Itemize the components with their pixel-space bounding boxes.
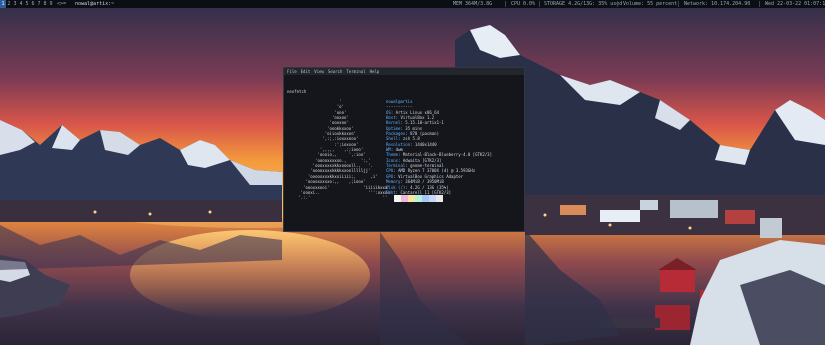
- info-key: Disk (/): [386, 184, 406, 190]
- status-network: Network: 10.174.204.90: [684, 1, 751, 7]
- status-divider: [505, 1, 506, 7]
- menu-search[interactable]: Search: [328, 69, 342, 74]
- info-value: Artix Linux x86_64: [395, 109, 440, 115]
- palette-swatch: [394, 195, 401, 202]
- info-key: Packages: [386, 131, 406, 137]
- info-key: Uptime: [386, 125, 401, 131]
- status-divider: [539, 1, 540, 7]
- status-volume: Volume: 55 percent: [623, 1, 678, 7]
- workspace-tag-9[interactable]: 9: [48, 0, 54, 8]
- layout-indicator[interactable]: <>=: [57, 0, 66, 8]
- info-value: 4.2G / 13G (35%): [410, 184, 449, 190]
- palette-swatch: [429, 195, 436, 202]
- status-memory: MEM 364M/3.8G: [453, 1, 493, 7]
- info-value: gnome-terminal: [410, 163, 444, 169]
- palette-swatch: [415, 195, 422, 202]
- status-cpu: CPU 0.0%: [511, 1, 536, 7]
- palette-swatch: [408, 195, 415, 202]
- info-value: VirtualBox 1.2: [400, 115, 435, 121]
- info-value: AMD Ryzen 7 3700X (4) @ 3.593GHz: [398, 168, 476, 174]
- window-title: nowal@artix:~: [75, 1, 115, 7]
- status-divider: [678, 1, 679, 7]
- info-key: Icons: [386, 157, 399, 163]
- color-palette: [387, 195, 443, 202]
- info-value: 35 mins: [405, 125, 423, 131]
- info-value: zsh 5.8: [402, 136, 420, 142]
- info-value: 5.15.10-artix1-1: [405, 120, 444, 126]
- status-storage: STORAGE 4.2G/13G: 35% used: [544, 1, 623, 7]
- palette-swatch: [387, 195, 394, 202]
- menu-file[interactable]: File: [287, 69, 297, 74]
- menu-terminal[interactable]: Terminal: [346, 69, 365, 74]
- status-clock: Wed 22-03-22 01:07:11: [765, 1, 825, 7]
- info-value: Material-Black-Blueberry-4.0 [GTK2/3]: [402, 152, 492, 158]
- terminal-command: neofetch: [287, 89, 307, 94]
- info-value: 870 (pacman): [410, 131, 439, 137]
- info-value: dwm: [395, 147, 403, 153]
- palette-swatch: [422, 195, 429, 202]
- info-key: Host: [386, 115, 396, 121]
- terminal-window[interactable]: File Edit View Search Terminal Help neofetch …: [283, 67, 525, 232]
- palette-swatch: [401, 195, 408, 202]
- menu-view[interactable]: View: [314, 69, 324, 74]
- info-value: 364MiB / 3950MiB: [405, 179, 444, 185]
- info-key: Kernel: [386, 120, 401, 126]
- info-key: Theme: [386, 152, 399, 158]
- info-key: Shell: [386, 136, 399, 142]
- distro-ascii-logo: ' 'o' 'ooo' 'ooxoo' 'ooxxoo' 'oookkxxoo'…: [298, 99, 397, 201]
- info-key: Resolution: [386, 141, 411, 147]
- palette-swatch: [436, 195, 443, 202]
- terminal-menubar: File Edit View Search Terminal Help: [284, 68, 524, 75]
- status-bar: 123456789 <>= nowal@artix:~ MEM 364M/3.8…: [0, 0, 825, 8]
- status-divider: [759, 1, 760, 7]
- info-key: Memory: [386, 179, 401, 185]
- terminal-output[interactable]: neofetch ' 'o' 'ooo' 'ooxoo' 'ooxxoo' 'o…: [284, 75, 524, 231]
- info-value: 1440x1440: [414, 141, 437, 147]
- status-divider: [617, 1, 618, 7]
- info-value: Adwaita [GTK2/3]: [402, 157, 442, 163]
- system-info: nowal@artix ----------- OS: Artix Linux …: [386, 99, 492, 195]
- menu-edit[interactable]: Edit: [301, 69, 311, 74]
- menu-help[interactable]: Help: [370, 69, 380, 74]
- info-value: VirtualBox Graphics Adapter: [398, 173, 464, 179]
- info-key: Terminal: [386, 163, 406, 169]
- workspace-tags: 123456789: [0, 0, 54, 8]
